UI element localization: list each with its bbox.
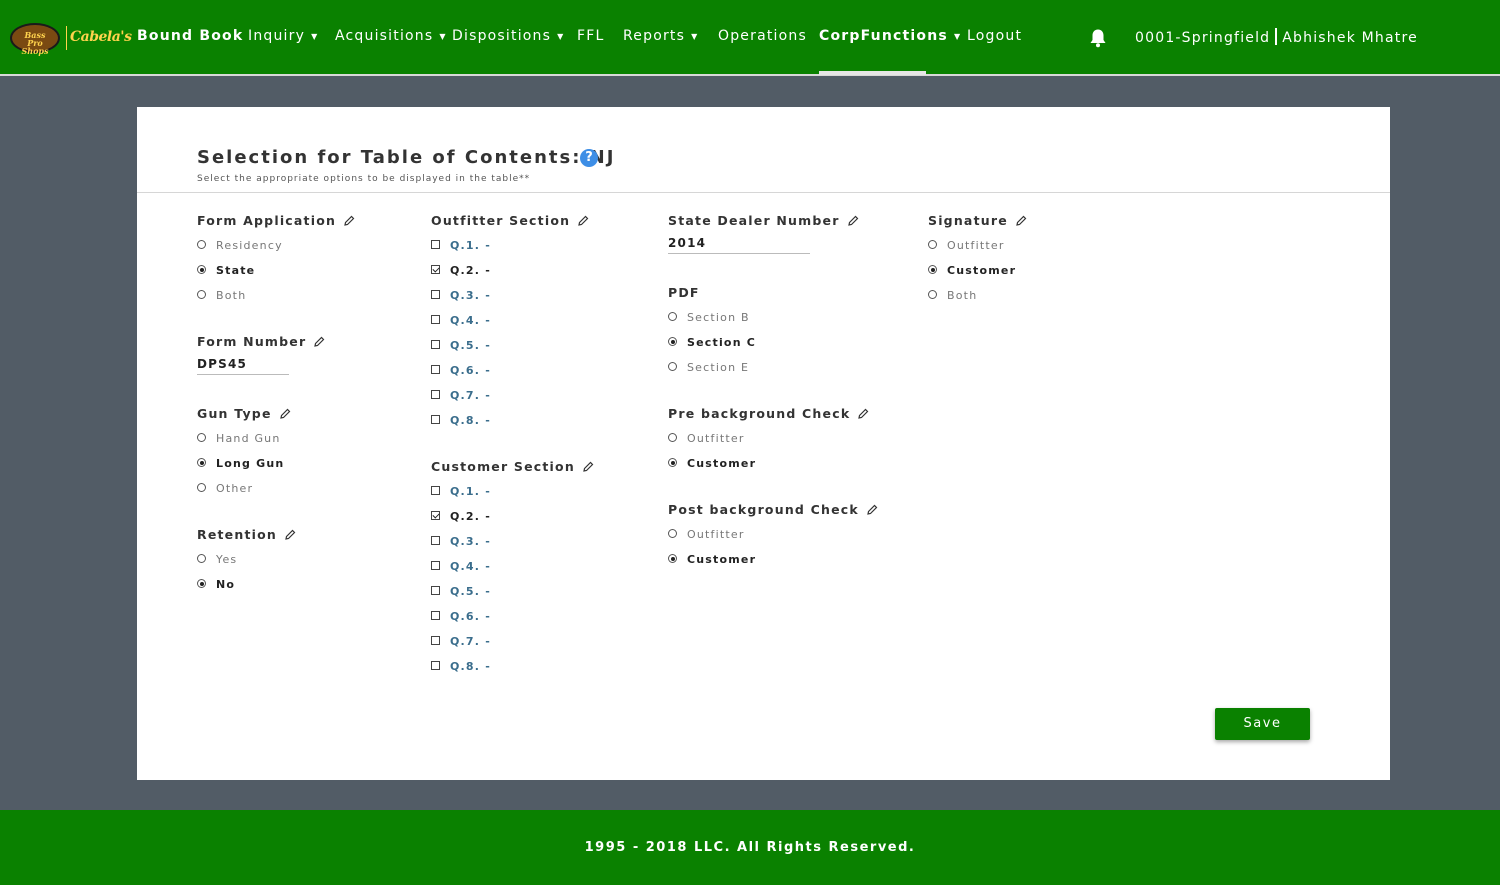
nav-corpfunctions[interactable]: CorpFunctions ▼	[819, 28, 961, 44]
nav-ffl[interactable]: FFL	[577, 28, 605, 44]
bell-icon[interactable]	[1089, 28, 1107, 48]
pencil-icon[interactable]	[847, 215, 859, 226]
toc-selection-card: Selection for Table of Contents: NJ ? Se…	[137, 107, 1390, 780]
pencil-icon[interactable]	[867, 504, 878, 515]
copyright-text: 1995 - 2018 LLC. All Rights Reserved.	[584, 840, 916, 855]
radio-long-gun[interactable]: Long Gun	[197, 457, 284, 471]
radio-section-b[interactable]: Section B	[668, 311, 750, 325]
radio-signature-both[interactable]: Both	[928, 289, 977, 303]
radio-section-c[interactable]: Section C	[668, 336, 756, 350]
pencil-icon[interactable]	[1016, 215, 1027, 226]
form-number-label: Form Number	[197, 334, 325, 349]
outfitter-q4-checkbox[interactable]: Q.4. -	[431, 314, 491, 328]
pencil-icon[interactable]	[285, 529, 296, 540]
radio-pre-customer[interactable]: Customer	[668, 457, 756, 471]
outfitter-q6-checkbox[interactable]: Q.6. -	[431, 364, 491, 378]
customer-q7-checkbox[interactable]: Q.7. -	[431, 635, 491, 649]
form-application-label: Form Application	[197, 213, 355, 228]
radio-post-customer[interactable]: Customer	[668, 553, 756, 567]
gun-type-label: Gun Type	[197, 406, 291, 421]
top-navbar: Bass Pro Shops Cabela's Bound Book Inquiry…	[0, 0, 1500, 76]
post-background-check-label: Post background Check	[668, 502, 878, 517]
chevron-down-icon: ▼	[439, 31, 447, 41]
chevron-down-icon: ▼	[557, 31, 565, 41]
user-divider	[1275, 28, 1278, 45]
chevron-down-icon: ▼	[691, 31, 699, 41]
customer-q2-checkbox[interactable]: Q.2. -	[431, 510, 491, 524]
help-icon[interactable]: ?	[580, 149, 598, 167]
nav-inquiry[interactable]: Inquiry ▼	[248, 28, 318, 44]
header-divider	[137, 192, 1390, 193]
radio-pre-outfitter[interactable]: Outfitter	[668, 432, 745, 446]
radio-state[interactable]: State	[197, 264, 255, 278]
nav-logout[interactable]: Logout	[967, 28, 1022, 44]
signature-label: Signature	[928, 213, 1027, 228]
pencil-icon[interactable]	[578, 215, 589, 226]
customer-q6-checkbox[interactable]: Q.6. -	[431, 610, 491, 624]
outfitter-q8-checkbox[interactable]: Q.8. -	[431, 414, 491, 428]
customer-q1-checkbox[interactable]: Q.1. -	[431, 485, 491, 499]
outfitter-q5-checkbox[interactable]: Q.5. -	[431, 339, 491, 353]
bass-pro-logo: Bass Pro Shops	[10, 23, 60, 55]
radio-both[interactable]: Both	[197, 289, 246, 303]
state-dealer-number-input[interactable]	[668, 232, 810, 254]
user-info[interactable]: 0001-Springfield Abhishek Mhatre	[1135, 28, 1418, 46]
store-name: 0001-Springfield	[1135, 30, 1271, 46]
page-subtitle: Select the appropriate options to be dis…	[197, 174, 531, 184]
save-button[interactable]: Save	[1215, 708, 1310, 740]
form-number-input[interactable]	[197, 353, 289, 375]
radio-hand-gun[interactable]: Hand Gun	[197, 432, 281, 446]
radio-signature-outfitter[interactable]: Outfitter	[928, 239, 1005, 253]
pre-background-check-label: Pre background Check	[668, 406, 869, 421]
outfitter-q2-checkbox[interactable]: Q.2. -	[431, 264, 491, 278]
pencil-icon[interactable]	[858, 408, 869, 419]
outfitter-q7-checkbox[interactable]: Q.7. -	[431, 389, 491, 403]
outfitter-q1-checkbox[interactable]: Q.1. -	[431, 239, 491, 253]
page-title: Selection for Table of Contents: NJ	[197, 147, 616, 168]
radio-yes[interactable]: Yes	[197, 553, 237, 567]
pencil-icon[interactable]	[344, 215, 355, 226]
logo-divider	[66, 26, 67, 50]
customer-q8-checkbox[interactable]: Q.8. -	[431, 660, 491, 674]
pencil-icon[interactable]	[583, 461, 594, 472]
outfitter-q3-checkbox[interactable]: Q.3. -	[431, 289, 491, 303]
nav-operations[interactable]: Operations	[718, 28, 807, 44]
nav-reports[interactable]: Reports ▼	[623, 28, 698, 44]
radio-section-e[interactable]: Section E	[668, 361, 749, 375]
chevron-down-icon: ▼	[953, 31, 962, 41]
state-dealer-number-label: State Dealer Number	[668, 213, 859, 228]
radio-residency[interactable]: Residency	[197, 239, 283, 253]
radio-no[interactable]: No	[197, 578, 235, 592]
radio-other[interactable]: Other	[197, 482, 253, 496]
nav-acquisitions[interactable]: Acquisitions ▼	[335, 28, 447, 44]
radio-post-outfitter[interactable]: Outfitter	[668, 528, 745, 542]
chevron-down-icon: ▼	[311, 31, 319, 41]
nav-dispositions[interactable]: Dispositions ▼	[452, 28, 564, 44]
footer: 1995 - 2018 LLC. All Rights Reserved.	[0, 810, 1500, 885]
outfitter-section-label: Outfitter Section	[431, 213, 589, 228]
nav-bound-book[interactable]: Bound Book	[137, 28, 243, 44]
retention-label: Retention	[197, 527, 296, 542]
cabelas-logo: Cabela's	[70, 29, 132, 45]
user-name: Abhishek Mhatre	[1282, 30, 1418, 46]
customer-q5-checkbox[interactable]: Q.5. -	[431, 585, 491, 599]
active-tab-indicator	[819, 71, 926, 75]
pencil-icon[interactable]	[279, 408, 291, 419]
customer-section-label: Customer Section	[431, 459, 594, 474]
pencil-icon[interactable]	[314, 336, 325, 347]
radio-signature-customer[interactable]: Customer	[928, 264, 1016, 278]
brand-logo[interactable]: Bass Pro Shops Cabela's	[10, 22, 132, 55]
customer-q3-checkbox[interactable]: Q.3. -	[431, 535, 491, 549]
pdf-label: PDF	[668, 285, 700, 300]
customer-q4-checkbox[interactable]: Q.4. -	[431, 560, 491, 574]
